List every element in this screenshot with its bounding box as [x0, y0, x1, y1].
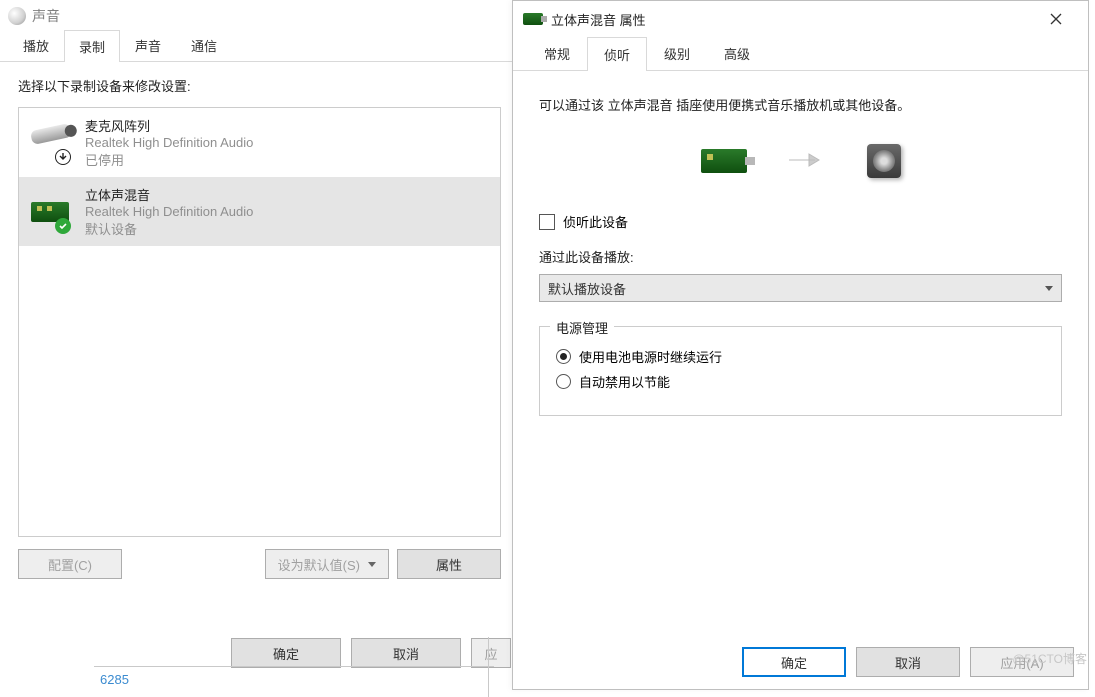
disabled-badge-icon [55, 149, 71, 165]
device-text: 立体声混音 Realtek High Definition Audio 默认设备 [85, 185, 253, 238]
pcb-card-icon [523, 13, 543, 25]
stereo-mix-icon [29, 190, 73, 234]
props-window: 立体声混音 属性 常规 侦听 级别 高级 可以通过该 立体声混音 插座使用便携式… [512, 0, 1089, 690]
listen-checkbox-row[interactable]: 侦听此设备 [539, 212, 1062, 231]
sound-body: 选择以下录制设备来修改设置: 麦克风阵列 Realtek High Defini… [0, 62, 519, 591]
device-desc: Realtek High Definition Audio [85, 135, 253, 150]
close-button[interactable] [1034, 5, 1078, 33]
device-desc: Realtek High Definition Audio [85, 204, 253, 219]
sound-title: 声音 [32, 6, 60, 26]
props-title: 立体声混音 属性 [551, 10, 1034, 29]
device-item-stereo-mix[interactable]: 立体声混音 Realtek High Definition Audio 默认设备 [19, 177, 500, 246]
close-icon [1050, 13, 1062, 25]
power-management-legend: 电源管理 [550, 318, 614, 337]
instruction-text: 选择以下录制设备来修改设置: [18, 76, 501, 95]
tab-levels[interactable]: 级别 [647, 36, 707, 70]
cancel-button[interactable]: 取消 [351, 638, 461, 668]
device-name: 麦克风阵列 [85, 116, 253, 135]
play-through-label: 通过此设备播放: [539, 247, 1062, 266]
signal-diagram [539, 144, 1062, 178]
stray-number: 6285 [100, 672, 129, 687]
props-tabstrip: 常规 侦听 级别 高级 [513, 37, 1088, 71]
tab-advanced[interactable]: 高级 [707, 36, 767, 70]
watermark-text: @51CTO博客 [1012, 650, 1087, 667]
radio-continue-label: 使用电池电源时继续运行 [579, 347, 722, 366]
play-through-select[interactable]: 默认播放设备 [539, 274, 1062, 302]
tab-listen[interactable]: 侦听 [587, 37, 647, 71]
radio-continue[interactable] [556, 349, 571, 364]
set-default-button[interactable]: 设为默认值(S) [265, 549, 389, 579]
ok-button[interactable]: 确定 [231, 638, 341, 668]
device-text: 麦克风阵列 Realtek High Definition Audio 已停用 [85, 116, 253, 169]
device-status: 已停用 [85, 150, 253, 169]
mic-array-icon [29, 121, 73, 165]
ok-button[interactable]: 确定 [742, 647, 846, 677]
tab-communications[interactable]: 通信 [176, 29, 232, 61]
apply-button[interactable]: 应 [471, 638, 511, 668]
radio-disable[interactable] [556, 374, 571, 389]
tab-recording[interactable]: 录制 [64, 30, 120, 62]
divider [488, 637, 489, 697]
sound-icon [8, 7, 26, 25]
speaker-icon [867, 144, 901, 178]
radio-option-continue[interactable]: 使用电池电源时继续运行 [556, 347, 1045, 366]
device-name: 立体声混音 [85, 185, 253, 204]
sound-titlebar: 声音 [0, 0, 519, 32]
props-titlebar: 立体声混音 属性 [513, 1, 1088, 37]
divider [94, 666, 494, 667]
device-item-mic[interactable]: 麦克风阵列 Realtek High Definition Audio 已停用 [19, 108, 500, 177]
power-management-fieldset: 电源管理 使用电池电源时继续运行 自动禁用以节能 [539, 326, 1062, 416]
tab-playback[interactable]: 播放 [8, 29, 64, 61]
play-through-value: 默认播放设备 [548, 279, 626, 298]
sound-window: 声音 播放 录制 声音 通信 选择以下录制设备来修改设置: 麦克风阵列 Real… [0, 0, 520, 680]
listen-hint: 可以通过该 立体声混音 插座使用便携式音乐播放机或其他设备。 [539, 95, 1062, 114]
tab-sounds[interactable]: 声音 [120, 29, 176, 61]
sound-card-icon [701, 149, 747, 173]
props-body: 可以通过该 立体声混音 插座使用便携式音乐播放机或其他设备。 侦听此设备 通过此… [513, 71, 1088, 621]
arrow-right-icon [787, 150, 827, 173]
sound-buttons: 配置(C) 设为默认值(S) 属性 [18, 549, 501, 579]
listen-checkbox-label: 侦听此设备 [563, 212, 628, 231]
radio-option-disable[interactable]: 自动禁用以节能 [556, 372, 1045, 391]
listen-checkbox[interactable] [539, 214, 555, 230]
default-badge-icon [55, 218, 71, 234]
sound-footer: 确定 取消 应 [231, 638, 519, 668]
cancel-button[interactable]: 取消 [856, 647, 960, 677]
configure-button[interactable]: 配置(C) [18, 549, 122, 579]
device-status: 默认设备 [85, 219, 253, 238]
radio-disable-label: 自动禁用以节能 [579, 372, 670, 391]
properties-button[interactable]: 属性 [397, 549, 501, 579]
sound-tabstrip: 播放 录制 声音 通信 [0, 32, 519, 62]
device-list[interactable]: 麦克风阵列 Realtek High Definition Audio 已停用 … [18, 107, 501, 537]
tab-general[interactable]: 常规 [527, 36, 587, 70]
